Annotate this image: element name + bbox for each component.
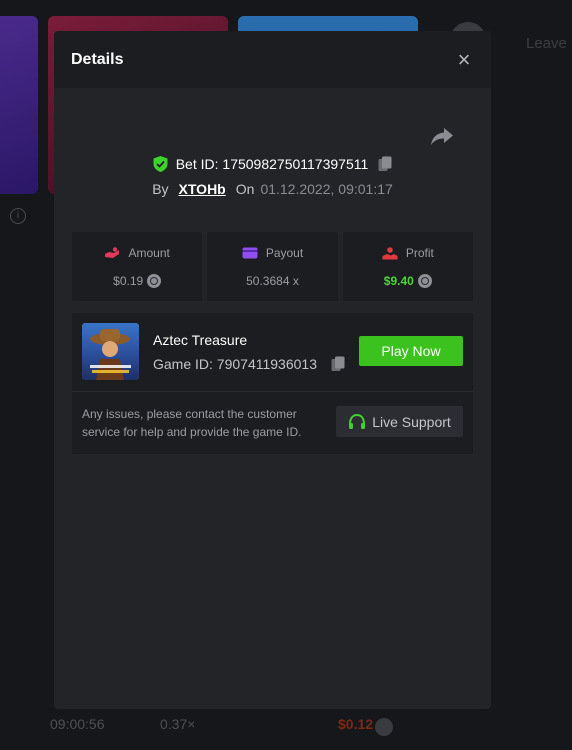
game-id-line: Game ID: 7907411936013 xyxy=(153,356,345,372)
amount-hand-icon xyxy=(105,247,120,258)
stat-payout-value: 50.3684 x xyxy=(246,274,299,288)
background-row-amount: $0.12 xyxy=(338,716,374,732)
modal-header: Details × xyxy=(54,31,491,88)
on-label: On xyxy=(235,181,255,197)
bet-author-line: By XTOHb On 01.12.2022, 09:01:17 xyxy=(54,181,491,197)
close-button[interactable]: × xyxy=(454,47,474,73)
stat-payout-label: Payout xyxy=(265,246,304,260)
background-coin-icon xyxy=(375,718,393,736)
game-id: Game ID: 7907411936013 xyxy=(153,356,317,372)
card-icon xyxy=(242,247,258,259)
game-thumbnail[interactable] xyxy=(82,323,139,380)
shield-check-icon xyxy=(153,156,168,172)
stat-profit: Profit $9.40 xyxy=(342,232,473,301)
stat-payout: Payout 50.3684 x xyxy=(207,232,338,301)
game-name: Aztec Treasure xyxy=(153,332,248,348)
support-hint-text: Any issues, please contact the customer … xyxy=(82,407,302,439)
background-row-time: 09:00:56 xyxy=(50,716,105,732)
background-leave-link: Leave xyxy=(526,35,567,52)
play-now-button[interactable]: Play Now xyxy=(359,336,463,366)
live-support-button[interactable]: Live Support xyxy=(336,406,463,437)
background-game-card xyxy=(0,16,38,194)
background-info-icon: i xyxy=(10,208,26,224)
by-label: By xyxy=(152,181,169,197)
bet-details-modal: Details × Bet ID: 1750982750117397511 By… xyxy=(54,31,491,709)
stat-profit-value: $9.40 xyxy=(383,274,414,288)
bet-id: Bet ID: 1750982750117397511 xyxy=(175,156,369,172)
stat-amount-value: $0.19 xyxy=(113,274,144,288)
game-panel: Aztec Treasure Game ID: 7907411936013 Pl… xyxy=(72,313,473,454)
bet-id-line: Bet ID: 1750982750117397511 xyxy=(54,156,491,172)
stat-profit-label: Profit xyxy=(405,246,434,260)
game-thumbnail-art xyxy=(90,329,131,380)
copy-bet-id-icon[interactable] xyxy=(378,156,392,172)
copy-game-id-icon[interactable] xyxy=(331,356,345,372)
stat-amount-label: Amount xyxy=(128,246,170,260)
live-support-label: Live Support xyxy=(372,413,451,430)
bet-stats: Amount $0.19 Payout 50.3684 x Profit $9.… xyxy=(72,232,473,301)
profit-hand-icon xyxy=(382,246,398,259)
coin-icon xyxy=(417,274,432,288)
share-icon[interactable] xyxy=(430,126,454,146)
stat-amount: Amount $0.19 xyxy=(72,232,203,301)
bet-date: 01.12.2022, 09:01:17 xyxy=(260,181,393,197)
background-row-multiplier: 0.37× xyxy=(160,716,196,732)
bet-user-link[interactable]: XTOHb xyxy=(179,181,226,197)
modal-title: Details xyxy=(71,50,124,68)
headset-icon xyxy=(349,413,366,429)
coin-icon xyxy=(147,274,162,288)
divider xyxy=(72,391,473,392)
